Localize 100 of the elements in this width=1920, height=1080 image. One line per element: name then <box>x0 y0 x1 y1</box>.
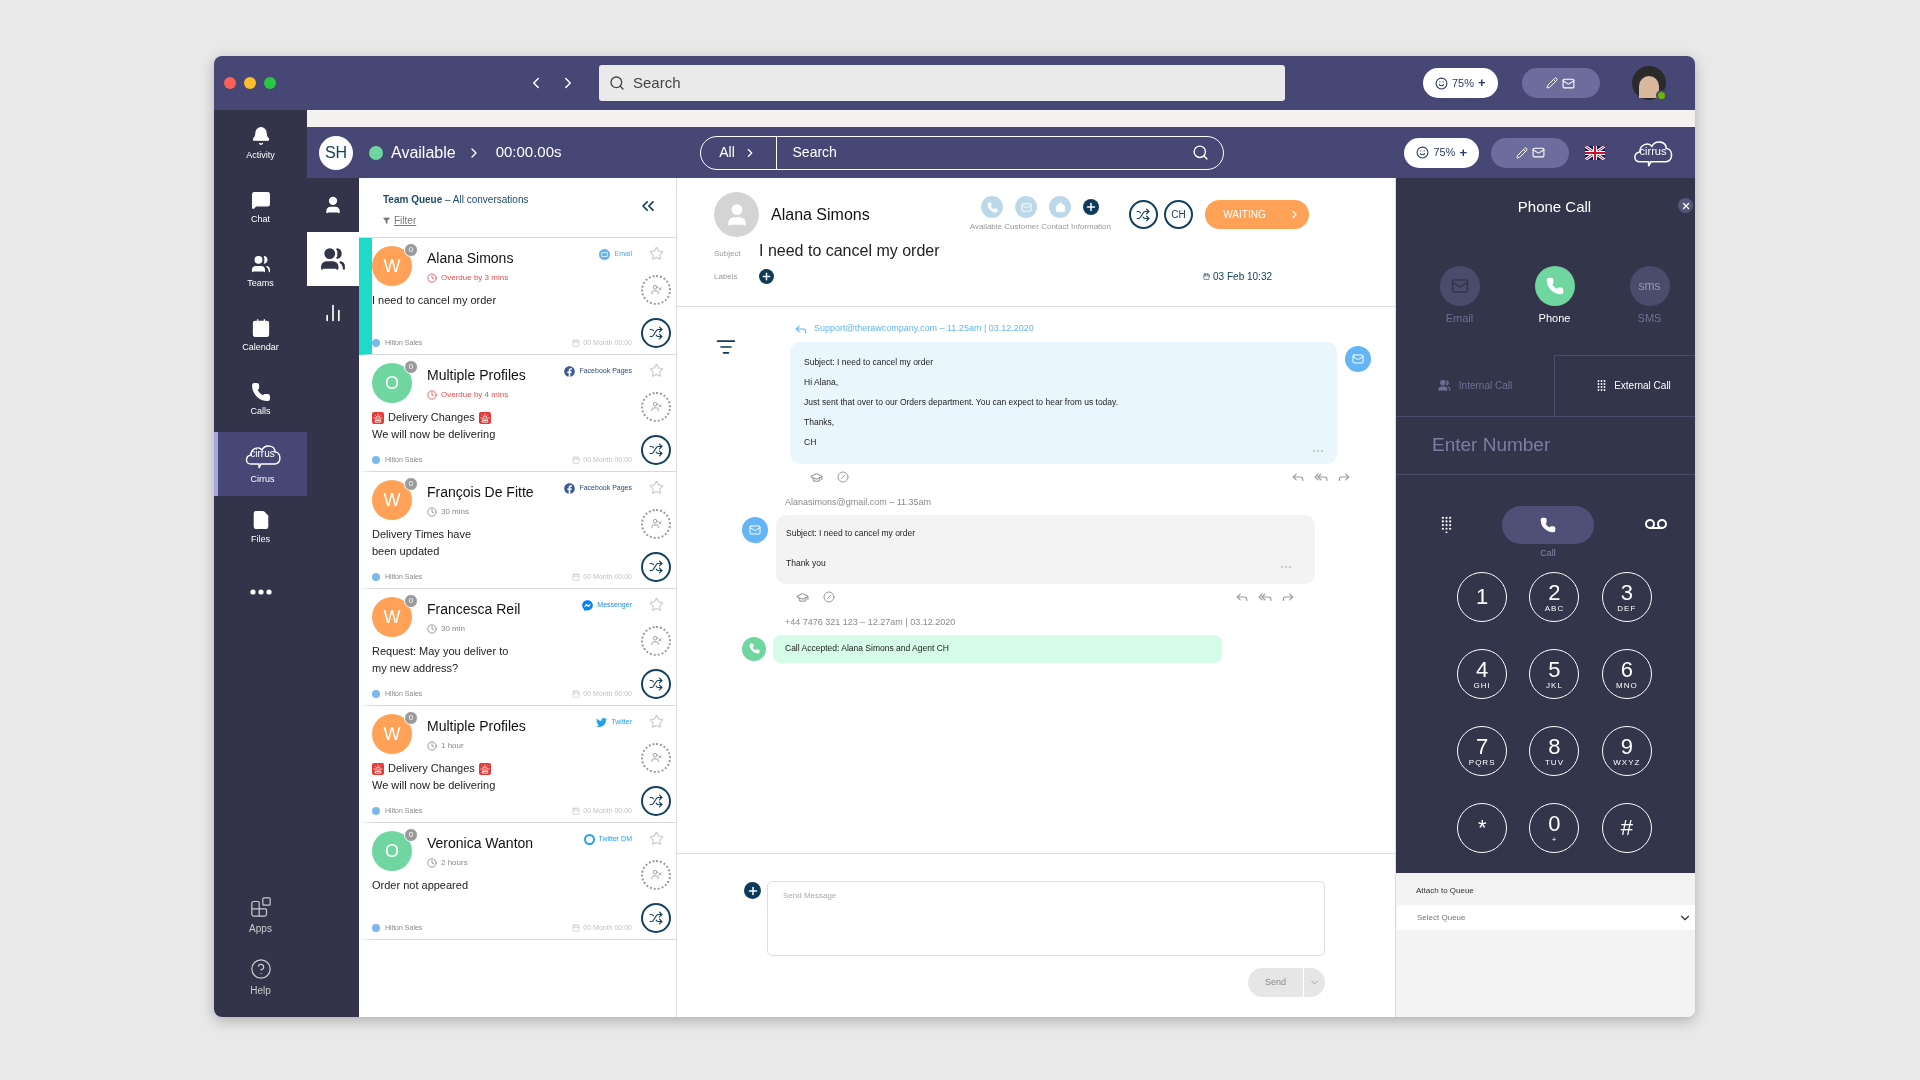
bar-chart-icon <box>323 303 343 323</box>
star-icon[interactable] <box>648 831 664 846</box>
facebook-icon <box>564 483 576 494</box>
cap-icon[interactable] <box>810 470 823 484</box>
unassign-button[interactable] <box>641 625 671 656</box>
rail-item[interactable]: Chat <box>214 176 307 240</box>
reply-icon[interactable] <box>1235 590 1249 604</box>
people-icon <box>1437 378 1451 392</box>
rail-item[interactable]: Calls <box>214 368 307 432</box>
message-preview: Request: May you deliver to <box>372 644 509 659</box>
dialpad-icon[interactable] <box>1441 515 1452 533</box>
calendar-icon <box>1203 273 1211 280</box>
timer: 00:00.00s <box>495 142 562 163</box>
clock-icon <box>427 390 437 400</box>
star-icon[interactable] <box>648 246 664 261</box>
rail-item[interactable]: Teams <box>214 240 307 304</box>
slash-icon[interactable] <box>823 591 835 603</box>
clock-icon <box>427 624 437 634</box>
team-icon <box>372 689 380 698</box>
unassign-button[interactable] <box>641 859 671 890</box>
compose-button[interactable] <box>1491 137 1569 168</box>
star-icon[interactable] <box>648 363 664 378</box>
reply-icon[interactable] <box>1291 470 1305 484</box>
rail-item[interactable]: Activity <box>214 112 307 176</box>
mood-button[interactable]: 75% + <box>1404 137 1479 168</box>
message-preview: Delivery Times have <box>372 527 472 542</box>
unassign-button[interactable] <box>641 391 671 422</box>
add-button[interactable] <box>1083 199 1100 215</box>
shuffle-button[interactable] <box>1129 200 1158 229</box>
star-icon[interactable] <box>648 597 664 612</box>
due-time: 30 mins <box>441 506 469 518</box>
field-label: Labels <box>714 270 739 283</box>
count-badge: 0 <box>404 594 418 608</box>
people-icon <box>320 246 346 272</box>
shuffle-icon <box>649 560 663 574</box>
shuffle-button[interactable] <box>641 669 671 699</box>
phone-icon <box>986 201 998 213</box>
number-input[interactable]: Enter Number <box>1396 416 1695 475</box>
star-icon[interactable] <box>648 714 664 729</box>
attach-button[interactable] <box>744 882 761 899</box>
chat-icon <box>250 189 271 210</box>
count-badge: 0 <box>404 360 418 374</box>
search-icon[interactable] <box>1191 144 1209 161</box>
due-time: Overdue by 3 mins <box>441 272 509 284</box>
queue-select[interactable]: Select Queue <box>1397 905 1695 930</box>
dial-key[interactable]: 0 + <box>1529 803 1580 853</box>
unassign-button[interactable] <box>641 742 671 773</box>
more-icon[interactable] <box>249 589 272 595</box>
dial-key[interactable]: 2 ABC <box>1529 572 1580 622</box>
search-placeholder: Search <box>792 143 837 162</box>
rail-item[interactable]: Files <box>214 496 307 560</box>
shuffle-button[interactable] <box>641 435 671 465</box>
message-input[interactable]: Send Message <box>767 881 1325 956</box>
mood-button[interactable]: 75% + <box>1423 68 1498 98</box>
close-button[interactable] <box>1678 198 1693 213</box>
rail-item[interactable]: Calendar <box>214 304 307 368</box>
status-label[interactable]: Available <box>391 140 456 165</box>
dial-key[interactable]: 4 GHI <box>1457 649 1508 699</box>
compose-button[interactable] <box>1521 68 1600 98</box>
user-initials[interactable]: SH <box>319 135 353 170</box>
dial-key[interactable]: 7 PQRS <box>1457 726 1508 776</box>
contact-name: Multiple Profiles <box>427 717 526 736</box>
dial-key[interactable]: 5 JKL <box>1529 649 1580 699</box>
dial-key[interactable]: 1 <box>1457 572 1508 622</box>
shuffle-button[interactable] <box>641 903 671 933</box>
field-label: Subject <box>714 248 742 260</box>
filter-icon <box>383 217 390 224</box>
dial-key[interactable]: * <box>1457 803 1508 853</box>
shuffle-button[interactable] <box>641 786 671 816</box>
call-button[interactable] <box>1502 505 1594 544</box>
profile-avatar[interactable] <box>1631 66 1666 100</box>
message-meta: Support@therawcompany.com – 11.25am | 03.12.2020 <box>814 322 1034 336</box>
rail-item[interactable]: Help <box>214 947 307 1009</box>
nav-tab[interactable] <box>307 232 359 286</box>
message-bubble: Subject: I need to cancel my order Thank you <box>776 514 1315 584</box>
slash-icon[interactable] <box>837 471 849 483</box>
dial-key[interactable]: 8 TUV <box>1529 726 1580 776</box>
plus-icon <box>746 884 759 897</box>
cap-icon[interactable] <box>796 590 809 604</box>
search-field[interactable]: Search <box>599 65 1285 101</box>
shuffle-button[interactable] <box>641 552 671 582</box>
star-icon[interactable] <box>648 480 664 495</box>
unassign-button[interactable] <box>641 508 671 539</box>
count-badge: 0 <box>404 243 418 257</box>
call-tab[interactable]: External Call <box>1554 354 1695 416</box>
shuffle-icon <box>649 326 663 340</box>
shuffle-button[interactable] <box>641 318 671 348</box>
mail-icon <box>1562 76 1576 90</box>
message-preview: my new address? <box>372 661 459 676</box>
rail-item[interactable]: Apps <box>214 885 307 947</box>
calendar-icon <box>572 806 581 815</box>
message-preview: been updated <box>372 544 440 559</box>
scope-label[interactable]: All <box>719 142 735 163</box>
mail-icon <box>749 523 761 536</box>
agent-badge[interactable]: CH <box>1164 200 1193 229</box>
filter-link[interactable]: Filter <box>394 213 417 228</box>
sort-icon[interactable] <box>716 337 736 357</box>
add-label-button[interactable] <box>759 269 774 284</box>
call-bubble: Call Accepted: Alana Simons and Agent CH <box>773 634 1222 663</box>
unassign-button[interactable] <box>641 274 671 305</box>
